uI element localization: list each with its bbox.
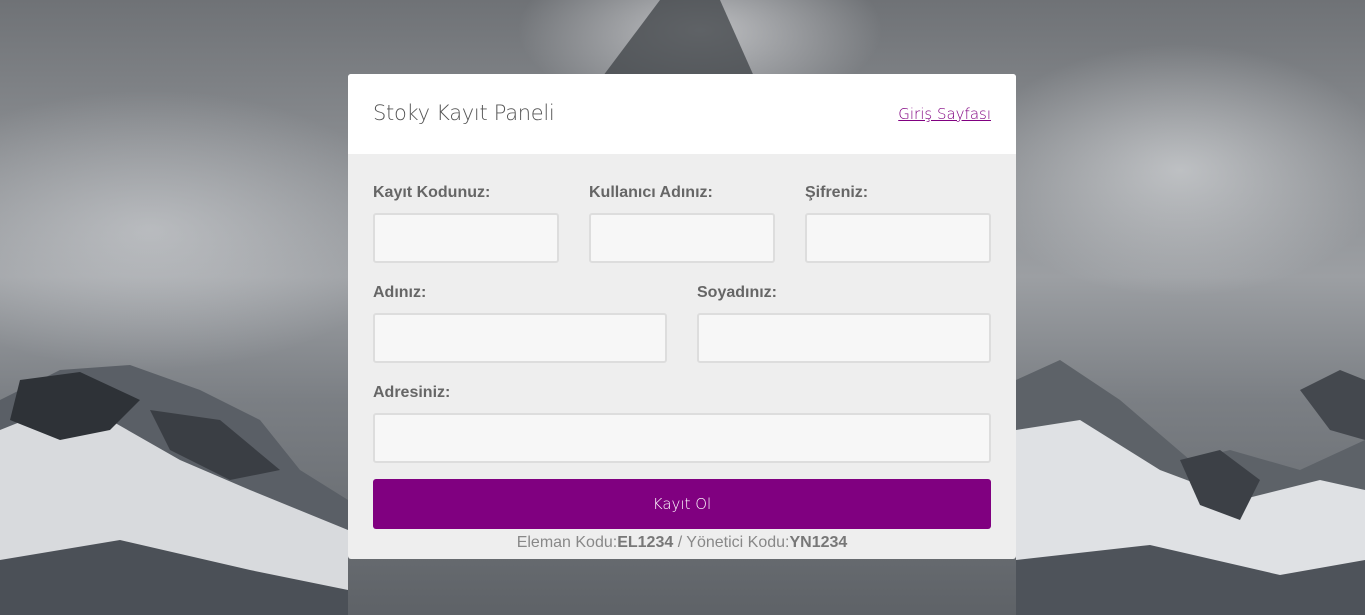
username-field: Kullanıcı Adınız: <box>589 184 775 263</box>
register-panel: Stoky Kayıt Paneli Giriş Sayfası Kayıt K… <box>348 74 1016 559</box>
admin-code-label: Yönetici Kodu: <box>686 534 790 551</box>
last-name-field: Soyadınız: <box>697 284 991 363</box>
password-input[interactable] <box>805 213 991 263</box>
registration-code-field: Kayıt Kodunuz: <box>373 184 559 263</box>
last-name-label: Soyadınız: <box>697 284 778 301</box>
panel-header: Stoky Kayıt Paneli Giriş Sayfası <box>348 74 1016 154</box>
codes-separator: / <box>673 534 687 551</box>
staff-code-label: Eleman Kodu: <box>516 534 618 551</box>
address-field: Adresiniz: <box>373 384 991 463</box>
page-title: Stoky Kayıt Paneli <box>373 101 555 125</box>
admin-code-value: YN1234 <box>789 534 848 551</box>
password-field: Şifreniz: <box>805 184 991 263</box>
first-name-input[interactable] <box>373 313 667 363</box>
username-input[interactable] <box>589 213 775 263</box>
login-page-link[interactable]: Giriş Sayfası <box>898 105 991 123</box>
username-label: Kullanıcı Adınız: <box>589 184 713 201</box>
registration-code-input[interactable] <box>373 213 559 263</box>
registration-code-label: Kayıt Kodunuz: <box>373 184 491 201</box>
first-name-field: Adınız: <box>373 284 667 363</box>
register-button[interactable]: Kayıt Ol <box>373 479 991 529</box>
demo-codes: Eleman Kodu:EL1234 / Yönetici Kodu:YN123… <box>348 534 1016 552</box>
address-input[interactable] <box>373 413 991 463</box>
address-label: Adresiniz: <box>373 384 451 401</box>
password-label: Şifreniz: <box>805 184 869 201</box>
last-name-input[interactable] <box>697 313 991 363</box>
staff-code-value: EL1234 <box>617 534 674 551</box>
first-name-label: Adınız: <box>373 284 427 301</box>
